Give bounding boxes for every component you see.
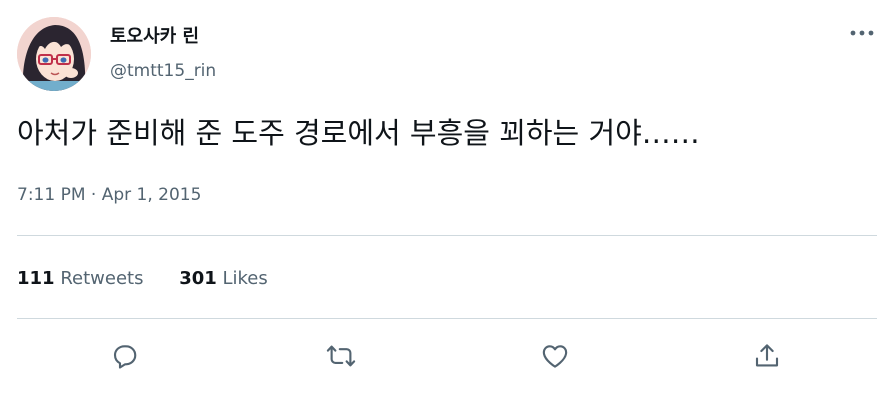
user-handle[interactable]: @tmtt15_rin (110, 60, 216, 82)
like-button[interactable] (537, 338, 573, 374)
more-options-button[interactable] (842, 20, 882, 46)
retweets-label: Retweets (60, 268, 144, 289)
engagement-stats: 111 Retweets 301 Likes (17, 266, 298, 292)
avatar[interactable] (17, 17, 91, 91)
likes-count: 301 (179, 268, 217, 289)
reply-button[interactable] (107, 338, 143, 374)
anime-girl-avatar-icon (17, 17, 91, 91)
share-icon (755, 344, 779, 367)
retweet-button[interactable] (323, 338, 359, 374)
reply-icon (113, 345, 137, 369)
tweet-time: 7:11 PM (17, 185, 86, 205)
retweets-stat[interactable]: 111 Retweets (17, 266, 143, 292)
timestamp-separator: · (90, 185, 97, 205)
likes-stat[interactable]: 301 Likes (179, 266, 268, 292)
like-icon (542, 345, 568, 368)
divider (17, 318, 877, 319)
more-icon (850, 30, 874, 36)
divider (17, 235, 877, 236)
display-name[interactable]: 토오사카 린 (110, 26, 199, 48)
tweet-text: 아처가 준비해 준 도주 경로에서 부흥을 꾀하는 거야…… (17, 116, 700, 150)
tweet-date: Apr 1, 2015 (101, 185, 202, 205)
tweet-timestamp[interactable]: 7:11 PM · Apr 1, 2015 (17, 183, 201, 207)
tweet-card: 토오사카 린 @tmtt15_rin 아처가 준비해 준 도주 경로에서 부흥을… (0, 0, 894, 409)
retweet-icon (326, 345, 356, 367)
share-button[interactable] (749, 338, 785, 374)
retweets-count: 111 (17, 268, 55, 289)
likes-label: Likes (222, 268, 268, 289)
